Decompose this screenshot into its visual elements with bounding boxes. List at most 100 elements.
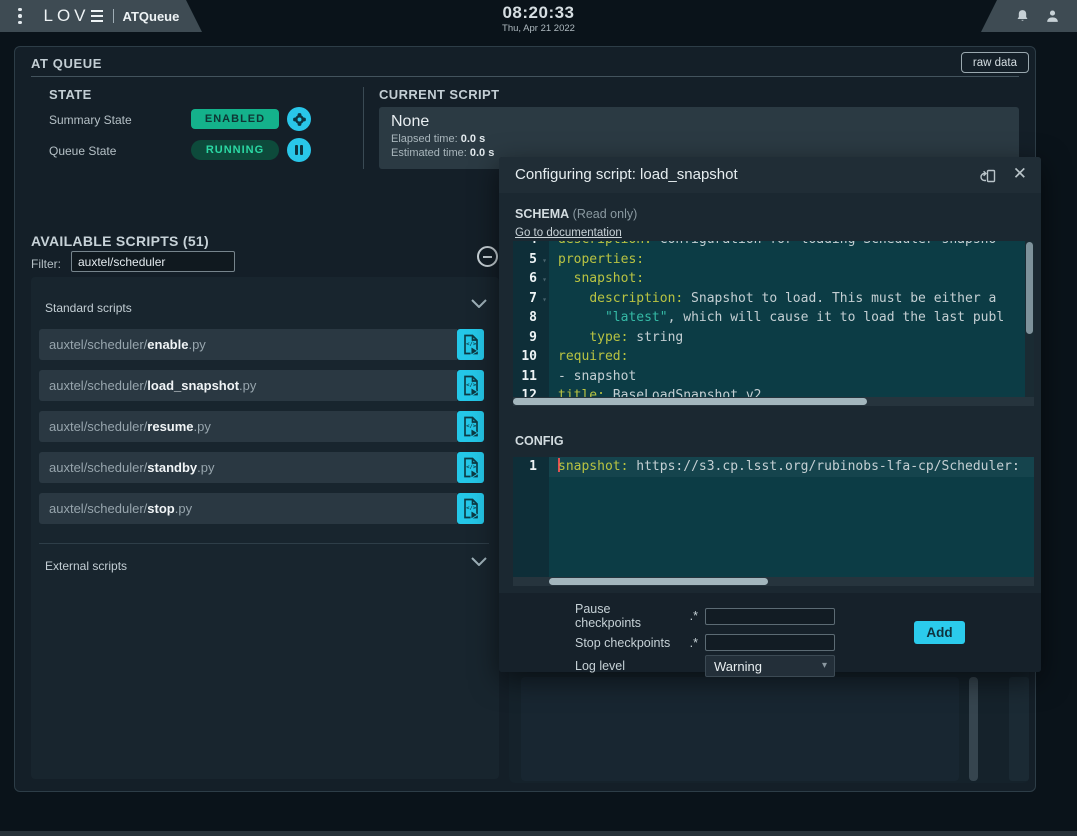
pause-icon [295, 145, 304, 155]
panel-title-underline [31, 76, 1019, 77]
resize-icon [979, 167, 998, 184]
schema-code: description: Configuration for loading S… [549, 241, 1034, 406]
launch-script-icon: </> [462, 457, 480, 478]
clock: 08:20:33 Thu, Apr 21 2022 [502, 3, 575, 34]
love-logo: LOV [44, 6, 103, 26]
svg-text:</>: </> [466, 423, 477, 429]
section-divider [363, 87, 364, 169]
svg-text:</>: </> [466, 341, 477, 347]
schema-line-numbers: 45▾6▾7▾89101112 [513, 241, 549, 406]
available-scripts-heading: AVAILABLE SCRIPTS (51) [31, 233, 209, 249]
launch-script-icon: </> [462, 375, 480, 396]
script-list-item[interactable]: auxtel/scheduler/enable.py</> [39, 329, 484, 360]
chevron-down-icon[interactable] [471, 299, 487, 308]
script-config-form: Pause checkpoints .* Stop checkpoints .*… [499, 593, 1041, 672]
filter-label: Filter: [31, 257, 61, 271]
panel-title: AT QUEUE [31, 56, 102, 71]
standard-scripts-list: auxtel/scheduler/enable.py</> auxtel/sche… [39, 329, 484, 534]
gear-icon [292, 112, 307, 127]
menu-icon[interactable] [14, 4, 26, 29]
standard-scripts-toggle[interactable]: Standard scripts [45, 301, 132, 315]
launch-script-icon: </> [462, 416, 480, 437]
app-name: ATQueue [123, 9, 180, 24]
schema-readonly-label: (Read only) [573, 207, 638, 221]
stop-checkpoints-input[interactable] [705, 634, 835, 651]
filter-input[interactable] [71, 251, 235, 272]
dropdown-arrow-icon: ▾ [822, 660, 827, 671]
add-button[interactable]: Add [914, 621, 965, 644]
summary-state-config-button[interactable] [287, 107, 311, 131]
svg-text:</>: </> [466, 505, 477, 511]
footer-bar [0, 831, 1077, 836]
launch-script-button[interactable]: </> [457, 452, 484, 483]
resize-modal-button[interactable] [979, 167, 998, 187]
chevron-down-icon[interactable] [471, 557, 487, 566]
current-script-heading: CURRENT SCRIPT [379, 87, 499, 102]
schema-horizontal-scrollbar[interactable] [513, 397, 1034, 406]
pause-checkpoints-input[interactable] [705, 608, 835, 625]
logo-text: LOV [44, 6, 90, 26]
launch-script-icon: </> [462, 334, 480, 355]
config-editor[interactable]: 1 snapshot: https://s3.cp.lsst.org/rubin… [513, 457, 1034, 586]
svg-text:</>: </> [466, 464, 477, 470]
modal-title: Configuring script: load_snapshot [515, 166, 738, 183]
launch-script-button[interactable]: </> [457, 370, 484, 401]
schema-heading: SCHEMA [515, 207, 569, 221]
log-level-label: Log level [575, 659, 671, 673]
pause-queue-button[interactable] [287, 138, 311, 162]
script-path: auxtel/scheduler/standby.py [39, 452, 457, 483]
script-list-item[interactable]: auxtel/scheduler/load_snapshot.py </> [39, 370, 484, 401]
script-path: auxtel/scheduler/stop.py [39, 493, 457, 524]
close-icon[interactable]: ✕ [1013, 164, 1027, 184]
launch-script-button[interactable]: </> [457, 411, 484, 442]
scripts-divider [39, 543, 489, 544]
scrollbar-track[interactable] [1009, 677, 1029, 781]
config-heading: CONFIG [515, 434, 564, 448]
documentation-link[interactable]: Go to documentation [515, 227, 622, 239]
queue-state-label: Queue State [49, 144, 116, 158]
configure-script-modal: Configuring script: load_snapshot ✕ SCHE… [499, 157, 1041, 672]
stop-checkpoints-hint: .* [678, 636, 698, 650]
svg-text:</>: </> [466, 382, 477, 388]
clock-time: 08:20:33 [502, 3, 575, 23]
config-line-numbers: 1 [513, 457, 549, 586]
script-list-item[interactable]: auxtel/scheduler/stop.py </> [39, 493, 484, 524]
script-list-item[interactable]: auxtel/scheduler/standby.py </> [39, 452, 484, 483]
config-horizontal-scrollbar[interactable] [513, 577, 1034, 586]
summary-state-label: Summary State [49, 113, 132, 127]
launch-script-button[interactable]: </> [457, 493, 484, 524]
raw-data-button[interactable]: raw data [961, 52, 1029, 73]
user-icon[interactable] [1044, 8, 1061, 25]
notifications-bell-icon[interactable] [1014, 8, 1031, 25]
queue-state-badge: RUNNING [191, 140, 279, 160]
schema-vertical-scrollbar[interactable] [1025, 241, 1034, 397]
summary-state-badge: ENABLED [191, 109, 279, 129]
launch-script-icon: </> [462, 498, 480, 519]
collapse-button[interactable] [477, 246, 498, 267]
script-path: auxtel/scheduler/resume.py [39, 411, 457, 442]
minus-icon [483, 256, 492, 258]
script-list-item[interactable]: auxtel/scheduler/resume.py </> [39, 411, 484, 442]
stop-checkpoints-label: Stop checkpoints [575, 636, 671, 650]
log-level-value: Warning [714, 659, 762, 674]
script-path: auxtel/scheduler/load_snapshot.py [39, 370, 457, 401]
pause-checkpoints-hint: .* [678, 609, 698, 623]
logo-divider [113, 9, 114, 23]
clock-date: Thu, Apr 21 2022 [502, 23, 575, 34]
estimated-value: 0.0 s [470, 147, 494, 159]
top-bar: LOV ATQueue 08:20:33 Thu, Apr 21 2022 [0, 0, 1077, 32]
elapsed-value: 0.0 s [461, 133, 485, 145]
scripts-panel: Standard scripts auxtel/scheduler/enable… [31, 277, 499, 779]
vertical-scrollbar[interactable] [969, 677, 978, 781]
background-subpanel [521, 677, 959, 781]
current-script-name: None [391, 113, 1007, 131]
logo-e-bars-icon [91, 10, 103, 23]
launch-script-button[interactable]: </> [457, 329, 484, 360]
schema-editor[interactable]: 45▾6▾7▾89101112 description: Configurati… [513, 241, 1034, 406]
log-level-select[interactable]: Warning ▾ [705, 655, 835, 677]
topbar-actions [981, 0, 1077, 32]
external-scripts-toggle[interactable]: External scripts [45, 559, 127, 573]
config-code: snapshot: https://s3.cp.lsst.org/rubinob… [549, 457, 1034, 586]
state-heading: STATE [49, 87, 92, 102]
pause-checkpoints-label: Pause checkpoints [575, 602, 671, 630]
